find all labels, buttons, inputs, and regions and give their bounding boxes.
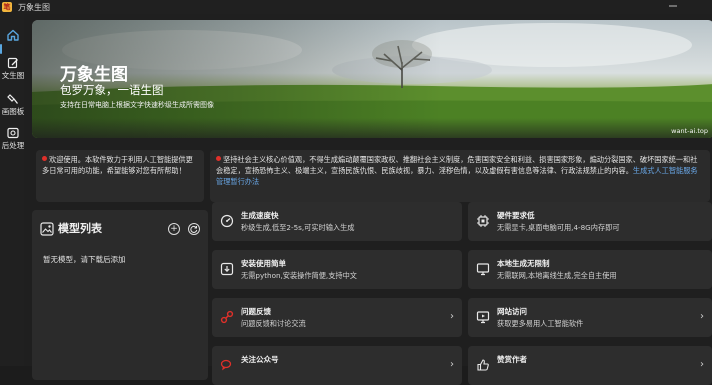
feature-card-title: 关注公众号 (241, 355, 279, 364)
feature-card-desc: 无需显卡,桌面电脑可用,4-8G内存即可 (497, 223, 620, 232)
sidebar: 文生图 画图板 后处理 (0, 14, 24, 366)
policy-notice: 坚持社会主义核心价值观，不得生成煽动颠覆国家政权、推翻社会主义制度，危害国家安全… (210, 150, 710, 202)
model-list-empty-text: 暂无模型，请下载后添加 (43, 255, 126, 264)
banner-credit: want-ai.top (671, 127, 708, 135)
hero-banner: 万象生图 包罗万象，一语生图 支持在日常电脑上根据文字快速秒级生成所需图像 wa… (32, 20, 712, 138)
image-edit-icon (7, 127, 19, 139)
feature-card[interactable]: 问题反馈问题反馈和讨论交流 › (212, 298, 462, 337)
model-list-title: 模型列表 (58, 222, 102, 235)
feedback-icon (220, 310, 234, 324)
feature-card-title: 安装使用简单 (241, 259, 286, 268)
model-list-panel: 模型列表 + 暂无模型，请下载后添加 (32, 210, 208, 380)
website-icon (476, 310, 490, 324)
feature-card-title: 网站访问 (497, 307, 527, 316)
feature-card[interactable]: 本地生成无限制无需联网,本地离线生成,完全自主使用 (468, 250, 712, 289)
app-logo-icon: 笔 (2, 2, 12, 12)
banner-fade (32, 118, 712, 138)
home-icon (7, 29, 19, 41)
feature-card-title: 生成速度快 (241, 211, 279, 220)
like-icon (476, 358, 490, 372)
feature-card-desc: 秒级生成,低至2-5s,可实时输入生成 (241, 223, 355, 232)
feature-card[interactable]: 网站访问获取更多易用人工智能软件 › (468, 298, 712, 337)
policy-text: 坚持社会主义核心价值观，不得生成煽动颠覆国家政权、推翻社会主义制度，危害国家安全… (216, 155, 698, 175)
sidebar-item-label: 后处理 (1, 141, 25, 150)
feature-card-title: 问题反馈 (241, 307, 271, 316)
chevron-right-icon: › (450, 359, 454, 370)
gallery-icon (40, 221, 54, 236)
feature-card[interactable]: 硬件要求低无需显卡,桌面电脑可用,4-8G内存即可 (468, 202, 712, 241)
paint-tool-icon (7, 93, 19, 105)
feature-card-desc: 无需python,安装操作简便,支持中文 (241, 271, 357, 280)
speed-icon (220, 214, 234, 228)
pin-icon (42, 156, 47, 161)
feature-card-title: 赞赏作者 (497, 355, 527, 364)
pin-icon (216, 156, 221, 161)
sidebar-item-canvas[interactable]: 画图板 (0, 93, 26, 117)
welcome-text: 欢迎使用。本软件致力于利用人工智能提供更多日常可用的功能，希望能够对您有所帮助！ (42, 155, 193, 175)
sidebar-item-label: 文生图 (1, 71, 25, 80)
add-model-button[interactable]: + (168, 223, 180, 235)
feature-card[interactable]: 生成速度快秒级生成,低至2-5s,可实时输入生成 (212, 202, 462, 241)
pen-square-icon (7, 57, 19, 69)
window-title: 万象生图 (18, 2, 50, 12)
feature-card[interactable]: 安装使用简单无需python,安装操作简便,支持中文 (212, 250, 462, 289)
banner-subtitle: 包罗万象，一语生图 (60, 83, 164, 97)
title-bar: 笔 万象生图 (0, 0, 712, 14)
offline-icon (476, 262, 490, 276)
welcome-notice: 欢迎使用。本软件致力于利用人工智能提供更多日常可用的功能，希望能够对您有所帮助！ (36, 150, 204, 202)
feature-card-desc: 无需联网,本地离线生成,完全自主使用 (497, 271, 617, 280)
minimize-icon[interactable] (668, 1, 678, 11)
sidebar-item-label: 画图板 (1, 107, 25, 116)
plus-icon: + (170, 223, 178, 234)
sidebar-item-text-to-image[interactable]: 文生图 (0, 57, 26, 81)
feature-card-title: 硬件要求低 (497, 211, 535, 220)
chevron-right-icon: › (700, 311, 704, 322)
feature-card-desc: 问题反馈和讨论交流 (241, 319, 306, 328)
chip-icon (476, 214, 490, 228)
main-content: 万象生图 包罗万象，一语生图 支持在日常电脑上根据文字快速秒级生成所需图像 wa… (24, 14, 712, 385)
sidebar-item-post-process[interactable]: 后处理 (0, 127, 26, 151)
install-icon (220, 262, 234, 276)
nav-active-indicator (0, 44, 2, 54)
wechat-icon (220, 358, 234, 372)
feature-card-title: 本地生成无限制 (497, 259, 550, 268)
chevron-right-icon: › (700, 359, 704, 370)
feature-card-desc: 获取更多易用人工智能软件 (497, 319, 584, 328)
refresh-models-button[interactable] (188, 223, 200, 235)
sidebar-item-home[interactable] (0, 29, 26, 41)
banner-description: 支持在日常电脑上根据文字快速秒级生成所需图像 (60, 101, 214, 109)
chevron-right-icon: › (450, 311, 454, 322)
app-logo-glyph: 笔 (3, 3, 11, 11)
refresh-icon (190, 225, 198, 233)
